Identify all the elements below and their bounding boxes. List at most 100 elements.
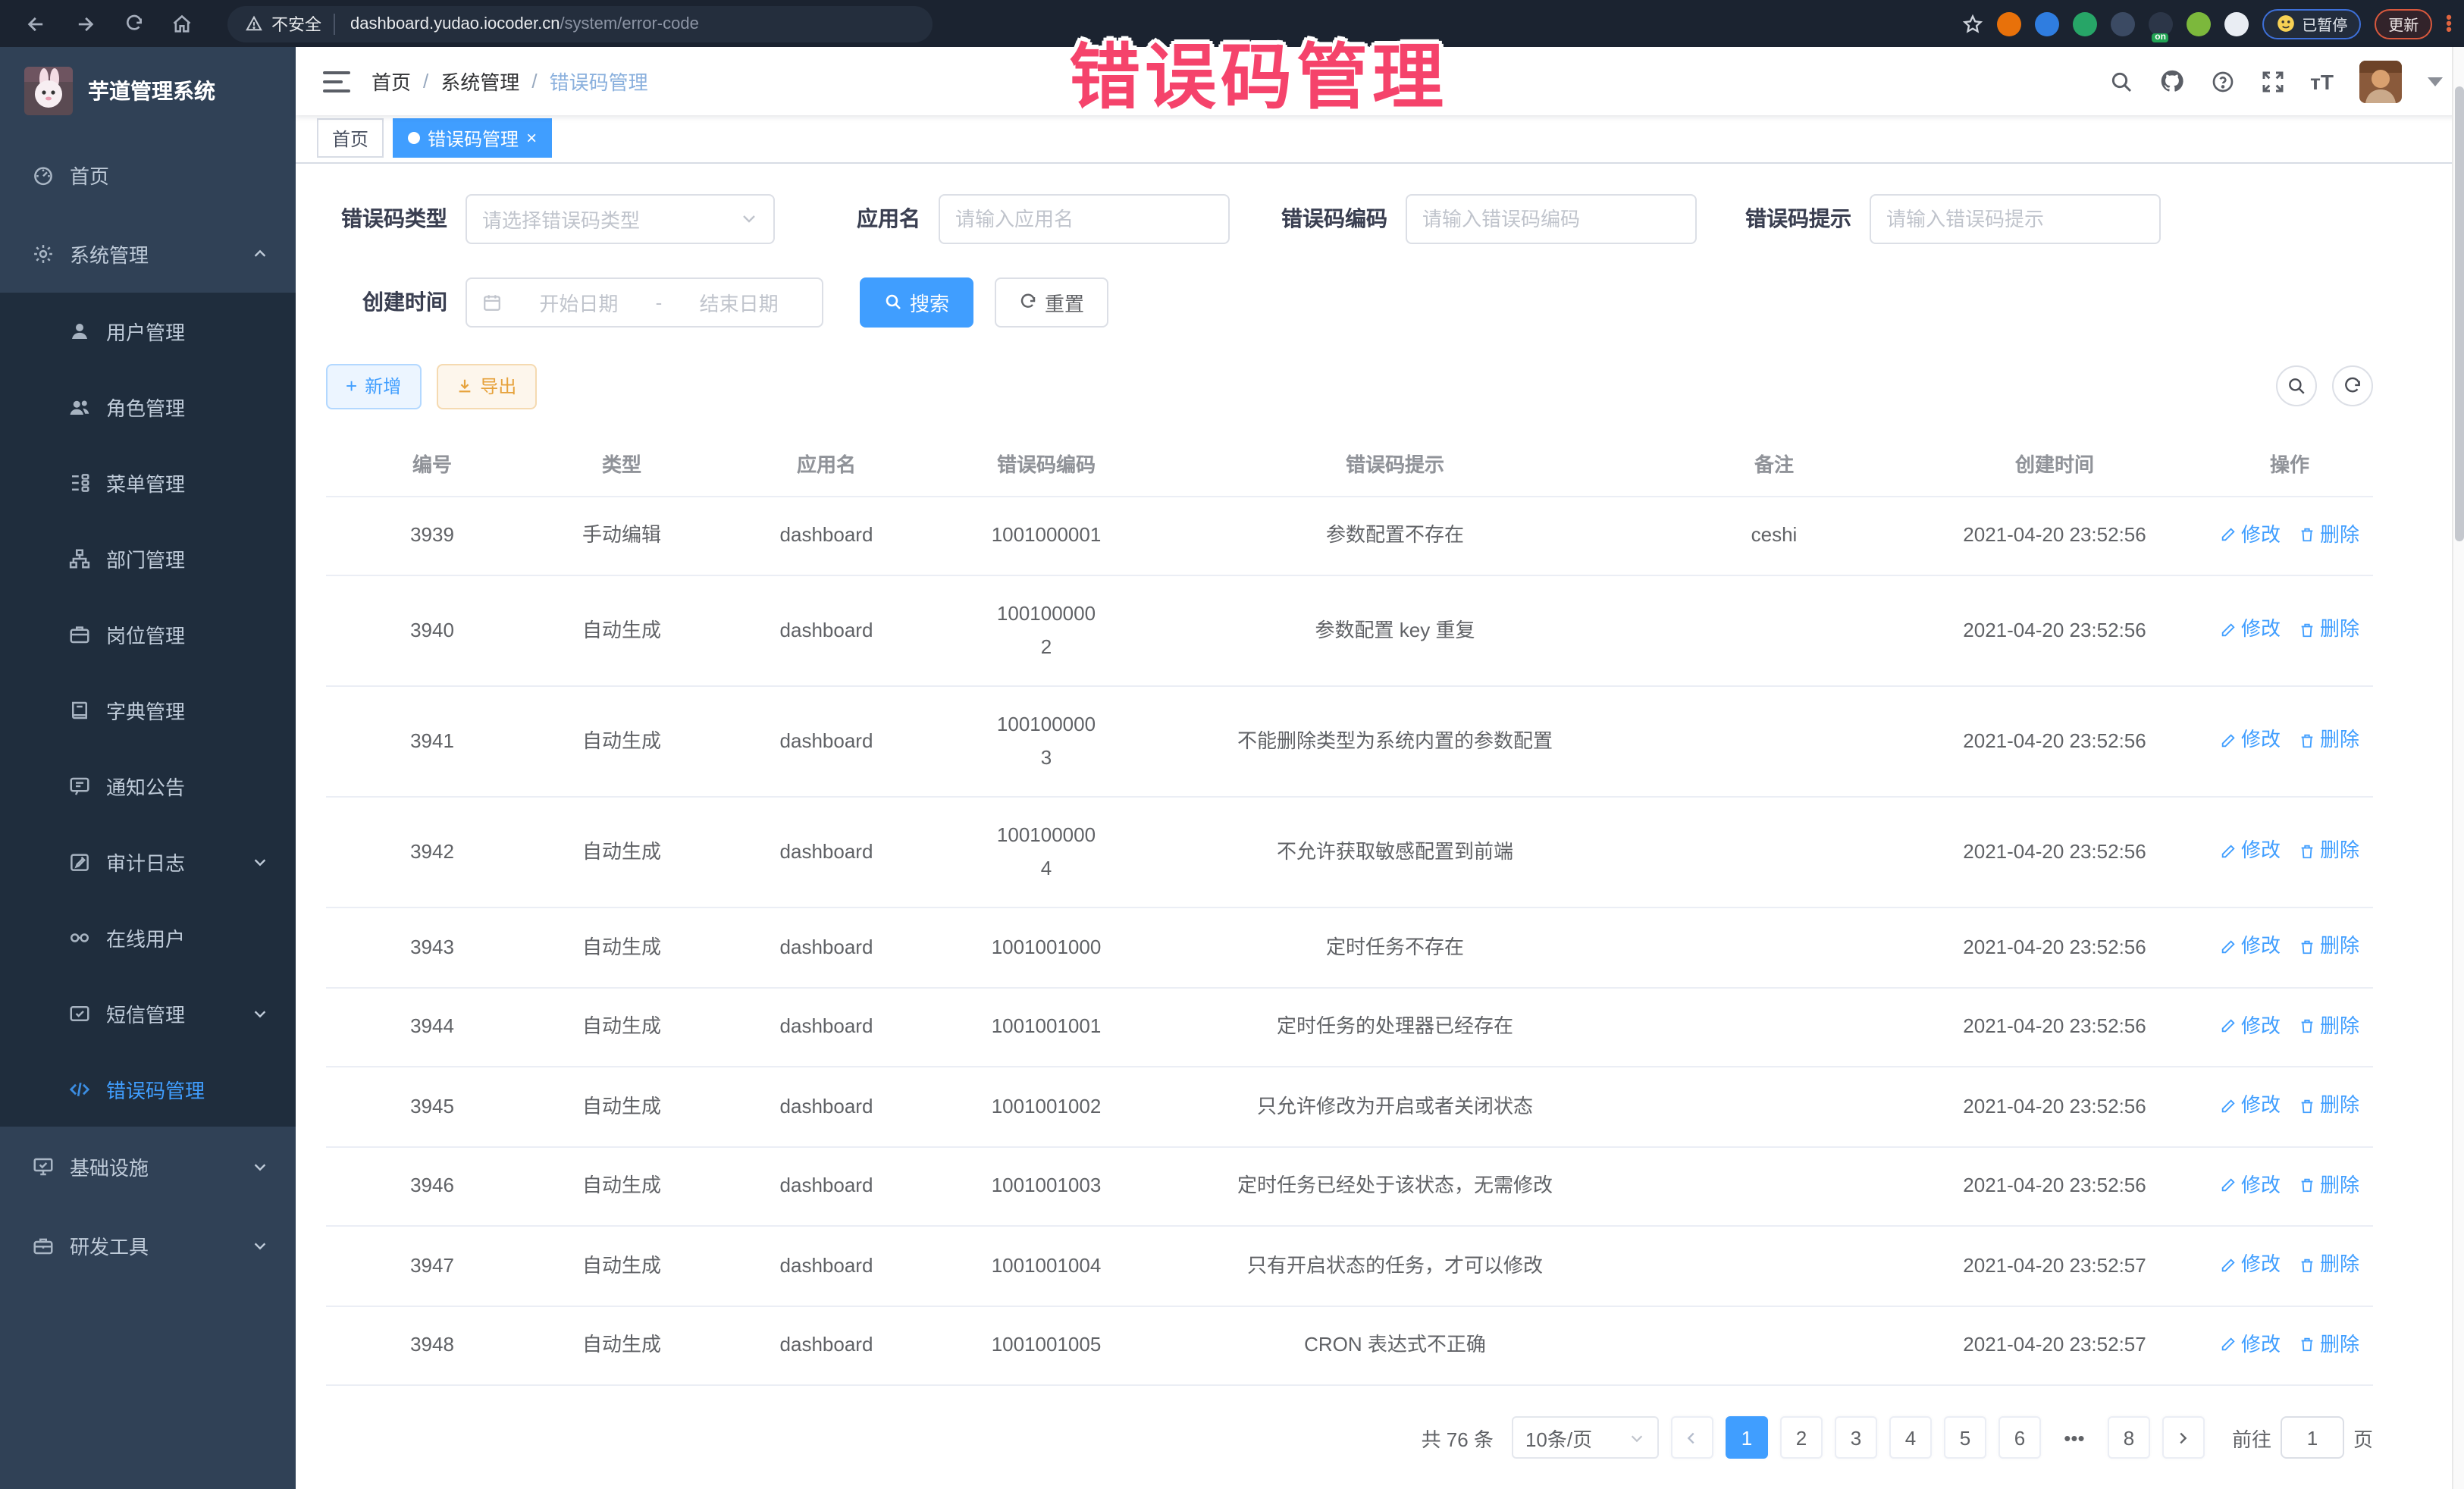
breadcrumb-system[interactable]: 系统管理 [440, 67, 519, 96]
switch-on-extension[interactable]: on [2149, 11, 2173, 36]
blue-gem-extension[interactable] [2035, 11, 2059, 36]
green-key-extension[interactable] [2187, 11, 2211, 36]
delete-link[interactable]: 删除 [2299, 1248, 2359, 1281]
edit-link[interactable]: 修改 [2220, 613, 2281, 647]
avatar-caret-down-icon[interactable] [2428, 77, 2443, 86]
sidebar-item-post[interactable]: 岗位管理 [0, 596, 296, 672]
sidebar-item-tool[interactable]: 研发工具 [0, 1205, 296, 1284]
tab-close-icon[interactable]: × [526, 130, 537, 148]
page-number-button[interactable]: 6 [1998, 1416, 2041, 1459]
sidebar-item-tree[interactable]: 部门管理 [0, 520, 296, 596]
chevron-left-icon [1684, 1429, 1701, 1446]
sidebar-item-sms[interactable]: 短信管理 [0, 975, 296, 1051]
sidebar-item-dict[interactable]: 字典管理 [0, 672, 296, 748]
edit-link[interactable]: 修改 [2220, 1168, 2281, 1202]
sidebar-item-dashboard[interactable]: 首页 [0, 135, 296, 214]
browser-reload-icon[interactable] [117, 7, 150, 40]
puzzle-extensions-menu[interactable] [2224, 11, 2249, 36]
bookmark-star-icon[interactable] [1962, 13, 1983, 34]
grid-extension[interactable] [2111, 11, 2135, 36]
app-name-input[interactable] [955, 207, 1213, 230]
page-number-button[interactable]: 8 [2108, 1416, 2150, 1459]
refresh-table-button[interactable] [2332, 365, 2373, 406]
font-size-icon[interactable]: тT [2310, 69, 2334, 93]
cell-ops: 修改 删除 [2206, 1226, 2373, 1306]
delete-link[interactable]: 删除 [2299, 1089, 2359, 1122]
error-code-input[interactable] [1422, 207, 1680, 230]
cell-app: dashboard [705, 908, 948, 987]
page-number-button[interactable]: 3 [1835, 1416, 1877, 1459]
date-range-picker[interactable]: 开始日期 - 结束日期 [466, 277, 823, 327]
delete-link[interactable]: 删除 [2299, 724, 2359, 757]
prev-page-button[interactable] [1671, 1416, 1713, 1459]
edit-link[interactable]: 修改 [2220, 929, 2281, 963]
sidebar-item-infra[interactable]: 基础设施 [0, 1127, 296, 1205]
fullscreen-icon[interactable] [2260, 69, 2284, 93]
sidebar-item-code[interactable]: 错误码管理 [0, 1051, 296, 1127]
reset-button[interactable]: 重置 [995, 277, 1108, 327]
hamburger-icon[interactable] [323, 71, 350, 92]
browser-menu-icon[interactable]: ••• [2446, 14, 2452, 33]
tab-error-code[interactable]: 错误码管理 × [393, 119, 552, 158]
toggle-search-button[interactable] [2276, 365, 2317, 406]
sidebar-item-log[interactable]: 审计日志 [0, 823, 296, 899]
next-page-button[interactable] [2162, 1416, 2205, 1459]
app-logo-row[interactable]: 芋道管理系统 [0, 47, 296, 135]
online-icon [67, 925, 91, 949]
cell-time: 2021-04-20 23:52:56 [1903, 908, 2206, 987]
page-size-select[interactable]: 10条/页 [1512, 1416, 1659, 1459]
delete-link[interactable]: 删除 [2299, 613, 2359, 647]
error-type-select[interactable]: 请选择错误码类型 [466, 193, 775, 243]
green-check-extension[interactable] [2073, 11, 2097, 36]
page-number-button[interactable]: 4 [1889, 1416, 1932, 1459]
edit-link[interactable]: 修改 [2220, 1248, 2281, 1281]
sidebar-item-online[interactable]: 在线用户 [0, 899, 296, 975]
extension-paused-pill[interactable]: 已暂停 [2262, 8, 2361, 39]
sidebar: 芋道管理系统 首页系统管理用户管理角色管理菜单管理部门管理岗位管理字典管理通知公… [0, 47, 296, 1489]
address-bar[interactable]: 不安全 dashboard.yudao.iocoder.cn/system/er… [227, 5, 933, 42]
github-icon[interactable] [2158, 68, 2184, 94]
tab-home[interactable]: 首页 [317, 119, 384, 158]
delete-link[interactable]: 删除 [2299, 1009, 2359, 1042]
edit-link[interactable]: 修改 [2220, 1328, 2281, 1361]
delete-link[interactable]: 删除 [2299, 1328, 2359, 1361]
edit-link[interactable]: 修改 [2220, 1009, 2281, 1042]
delete-link[interactable]: 删除 [2299, 835, 2359, 868]
page-number-button[interactable]: 2 [1780, 1416, 1823, 1459]
edit-link[interactable]: 修改 [2220, 724, 2281, 757]
search-button[interactable]: 搜索 [860, 277, 973, 327]
edit-link[interactable]: 修改 [2220, 1089, 2281, 1122]
sidebar-item-menu[interactable]: 菜单管理 [0, 444, 296, 520]
scrollbar-thumb[interactable] [2455, 86, 2464, 541]
browser-back-icon[interactable] [20, 7, 53, 40]
export-button[interactable]: 导出 [436, 363, 536, 409]
chevron-down-icon [1629, 1429, 1645, 1446]
page-number-button[interactable]: ••• [2053, 1416, 2096, 1459]
error-hint-input[interactable] [1886, 207, 2144, 230]
not-secure-label[interactable]: 不安全 [271, 11, 321, 36]
sidebar-item-notice[interactable]: 通知公告 [0, 748, 296, 823]
user-avatar[interactable] [2359, 60, 2402, 102]
edit-link[interactable]: 修改 [2220, 518, 2281, 551]
add-button[interactable]: + 新增 [326, 363, 421, 409]
browser-forward-icon[interactable] [68, 7, 102, 40]
page-number-button[interactable]: 5 [1944, 1416, 1986, 1459]
browser-home-icon[interactable] [165, 7, 199, 40]
page-number-button[interactable]: 1 [1726, 1416, 1768, 1459]
sidebar-item-gear[interactable]: 系统管理 [0, 214, 296, 293]
header-search-icon[interactable] [2108, 69, 2133, 93]
goto-page-input[interactable] [2281, 1416, 2344, 1459]
url-host[interactable]: dashboard.yudao.iocoder.cn [350, 14, 560, 33]
delete-link[interactable]: 删除 [2299, 518, 2359, 551]
browser-scrollbar[interactable] [2452, 47, 2464, 1489]
sidebar-item-users[interactable]: 角色管理 [0, 368, 296, 444]
browser-update-button[interactable]: 更新 [2375, 8, 2432, 39]
sidebar-item-user[interactable]: 用户管理 [0, 293, 296, 368]
breadcrumb-home[interactable]: 首页 [371, 67, 411, 96]
edit-link[interactable]: 修改 [2220, 835, 2281, 868]
url-path[interactable]: /system/error-code [560, 14, 698, 33]
orange-ring-extension[interactable] [1997, 11, 2021, 36]
help-icon[interactable] [2210, 69, 2234, 93]
delete-link[interactable]: 删除 [2299, 929, 2359, 963]
delete-link[interactable]: 删除 [2299, 1168, 2359, 1202]
